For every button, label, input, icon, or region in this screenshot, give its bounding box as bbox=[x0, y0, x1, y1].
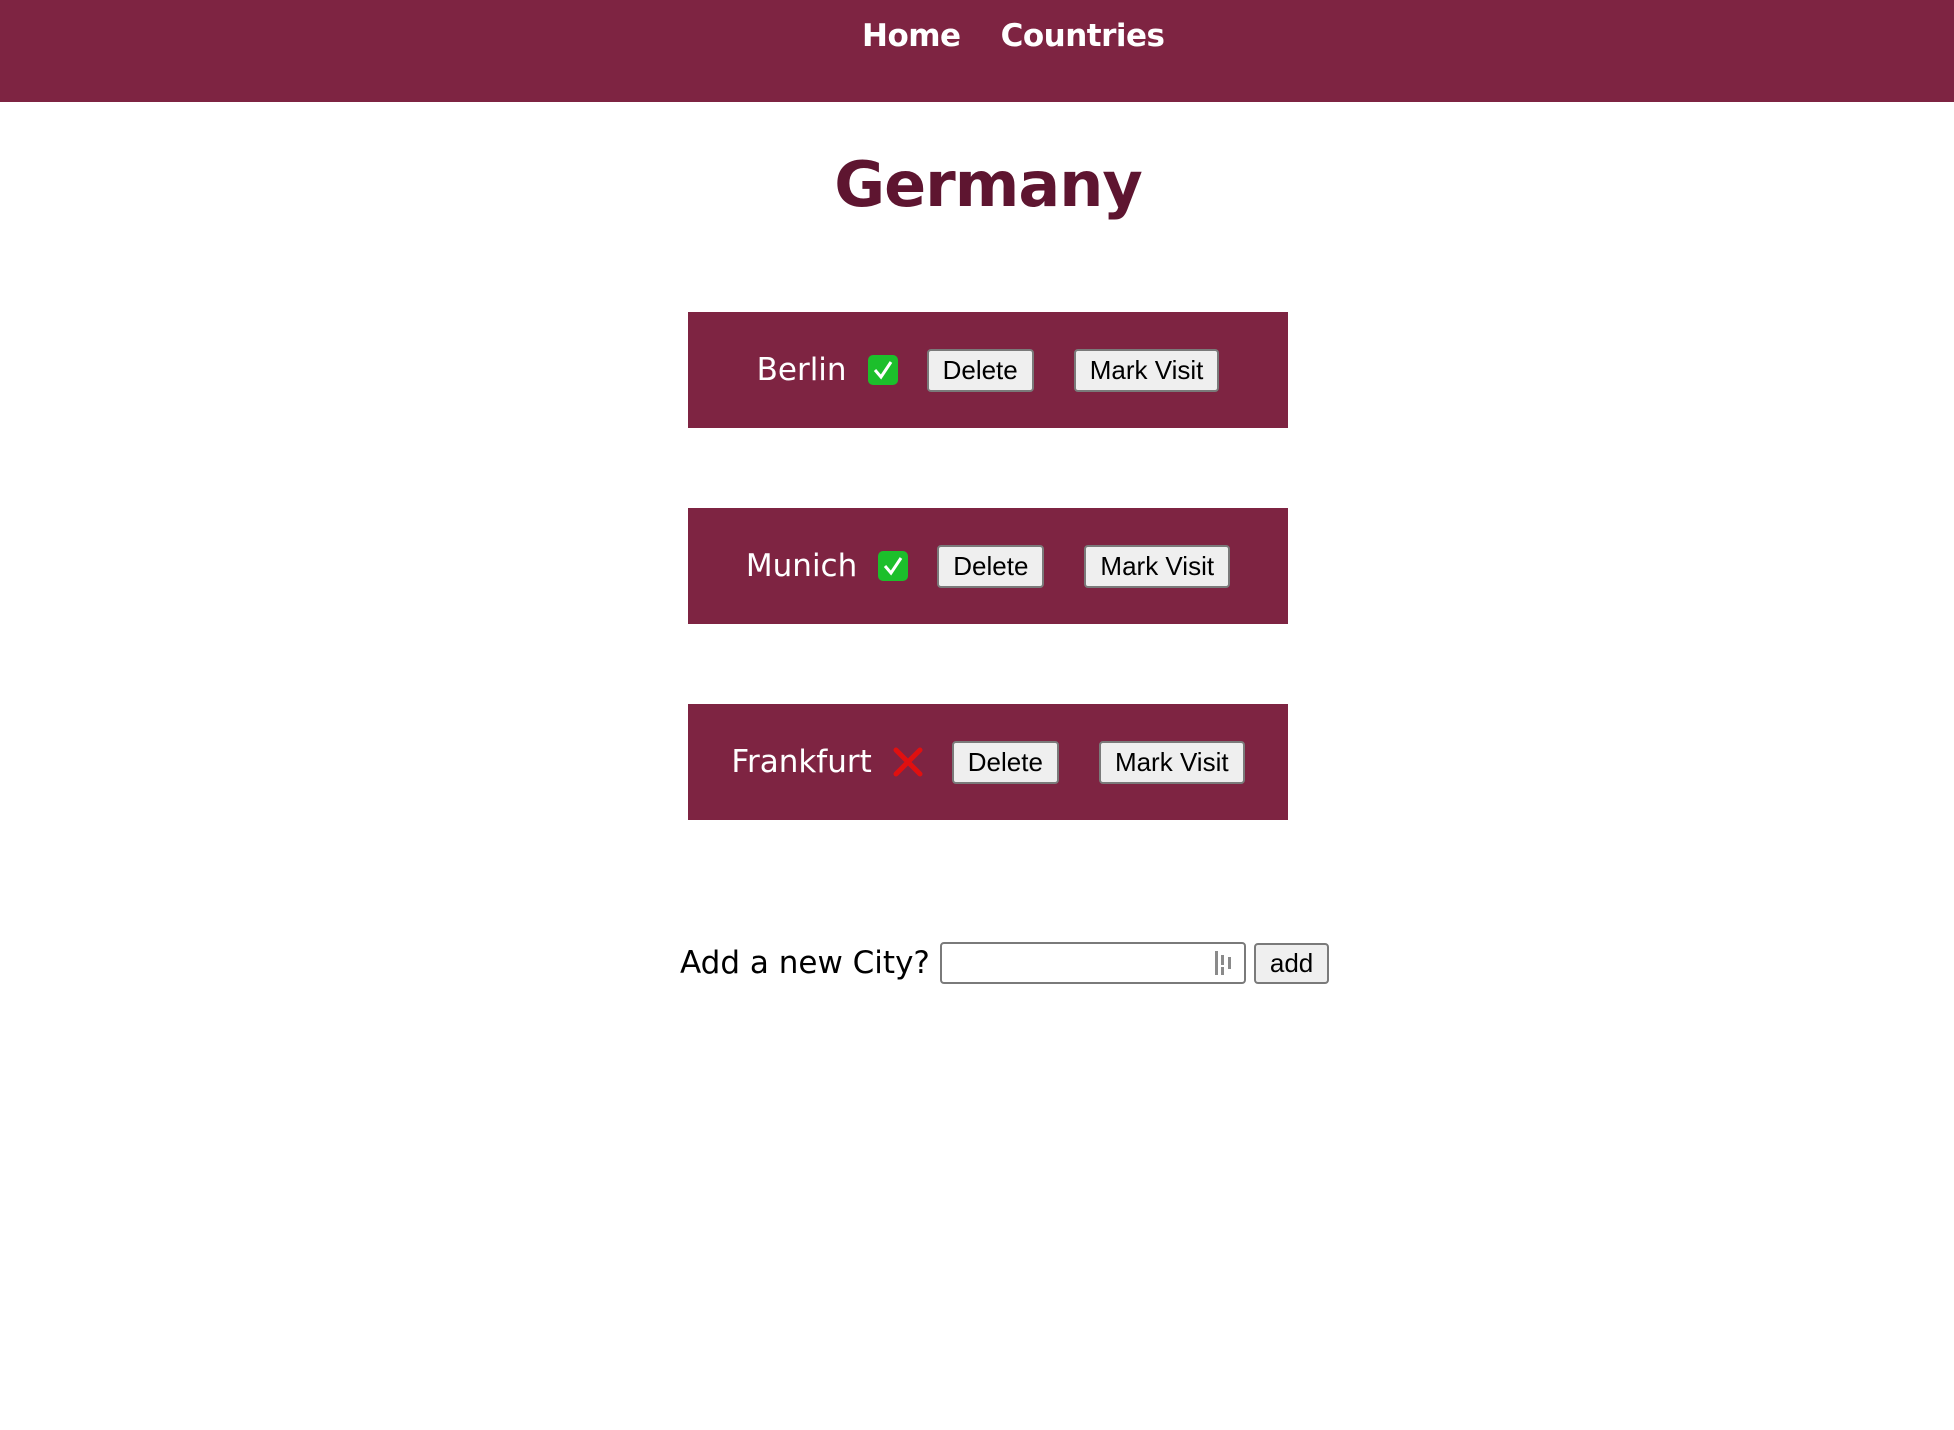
cross-mark-icon bbox=[892, 746, 924, 778]
password-manager-icon[interactable] bbox=[1214, 949, 1236, 981]
page-title: Germany bbox=[834, 148, 1143, 221]
top-navbar: Home Countries bbox=[0, 0, 1954, 102]
delete-button[interactable]: Delete bbox=[926, 348, 1034, 392]
add-city-input-wrapper bbox=[939, 942, 1246, 984]
city-card-frankfurt: Frankfurt Delete Mark Visit bbox=[688, 704, 1288, 820]
check-mark-icon bbox=[867, 354, 899, 386]
city-name: Frankfurt bbox=[731, 744, 872, 780]
add-city-label: Add a new City? bbox=[680, 945, 930, 981]
mark-visit-button[interactable]: Mark Visit bbox=[1073, 348, 1220, 392]
mark-visit-button[interactable]: Mark Visit bbox=[1098, 740, 1245, 784]
nav-link-countries[interactable]: Countries bbox=[1001, 18, 1165, 54]
city-name: Berlin bbox=[756, 352, 847, 388]
city-card-berlin: Berlin Delete Mark Visit bbox=[688, 312, 1288, 428]
mark-visit-button[interactable]: Mark Visit bbox=[1084, 544, 1231, 588]
city-name: Munich bbox=[745, 548, 858, 584]
delete-button[interactable]: Delete bbox=[937, 544, 1045, 588]
delete-button[interactable]: Delete bbox=[951, 740, 1059, 784]
add-city-form: Add a new City? add bbox=[680, 942, 1330, 984]
nav-link-home[interactable]: Home bbox=[862, 18, 961, 54]
nav-links: Home Countries bbox=[862, 18, 1165, 54]
add-city-button[interactable]: add bbox=[1253, 942, 1330, 984]
city-card-munich: Munich Delete Mark Visit bbox=[688, 508, 1288, 624]
add-city-input[interactable] bbox=[941, 944, 1218, 982]
check-mark-icon bbox=[877, 550, 909, 582]
